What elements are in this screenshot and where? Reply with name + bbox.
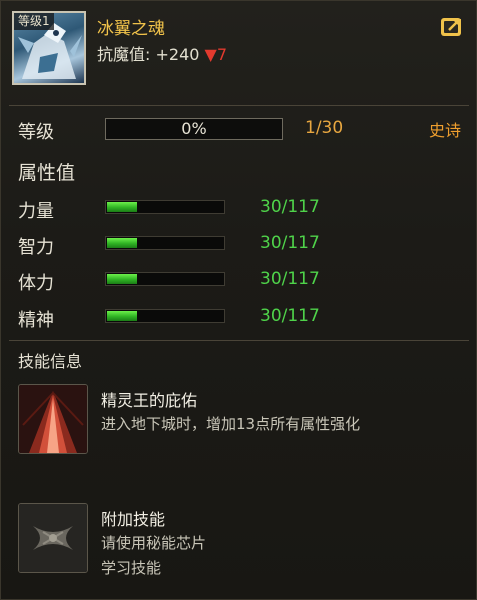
stat-bar-strength [105, 200, 225, 214]
external-link-icon[interactable] [440, 15, 464, 37]
resist-value: +240 [155, 45, 200, 64]
skills-divider [9, 340, 469, 341]
skill-name-extra: 附加技能 [101, 510, 166, 529]
item-name: 冰翼之魂 [97, 19, 165, 39]
level-label: 等级 [18, 122, 54, 143]
resist-change: ▼7 [204, 45, 228, 64]
skill-desc-extra-2: 学习技能 [101, 559, 162, 577]
elf-king-blessing-icon[interactable] [18, 384, 88, 454]
stat-value-vitality: 30/117 [260, 269, 320, 289]
level-progress-text: 0% [181, 119, 207, 138]
stat-label-strength: 力量 [18, 201, 54, 222]
stat-bar-vitality [105, 272, 225, 286]
grade-label: 史诗 [429, 121, 462, 140]
level-count: 1/30 [305, 118, 344, 138]
stat-value-strength: 30/117 [260, 197, 320, 217]
skill-desc-elf-king: 进入地下城时，增加13点所有属性强化 [101, 415, 361, 433]
item-tooltip-panel: 等级1 冰翼之魂 抗魔值: +240 ▼7 等级 0% 1/30 史诗 属性值 … [0, 0, 477, 600]
empty-skill-slot-icon[interactable] [18, 503, 88, 573]
stat-label-vitality: 体力 [18, 273, 54, 294]
header-divider [9, 105, 469, 106]
stat-value-intelligence: 30/117 [260, 233, 320, 253]
resist-label: 抗魔值: [97, 45, 151, 64]
skill-name-elf-king: 精灵王的庇佑 [101, 391, 198, 410]
stat-label-intelligence: 智力 [18, 237, 54, 258]
level-progress-bar: 0% [105, 118, 283, 140]
skills-title: 技能信息 [18, 352, 83, 371]
item-level-tag: 等级1 [14, 13, 54, 30]
stat-value-spirit: 30/117 [260, 306, 320, 326]
resist-row: 抗魔值: +240 ▼7 [97, 41, 227, 65]
stat-bar-intelligence [105, 236, 225, 250]
item-portrait: 等级1 [12, 11, 86, 85]
attributes-title: 属性值 [18, 162, 76, 184]
stat-label-spirit: 精神 [18, 310, 54, 331]
stat-bar-spirit [105, 309, 225, 323]
skill-desc-extra-1: 请使用秘能芯片 [101, 534, 207, 552]
